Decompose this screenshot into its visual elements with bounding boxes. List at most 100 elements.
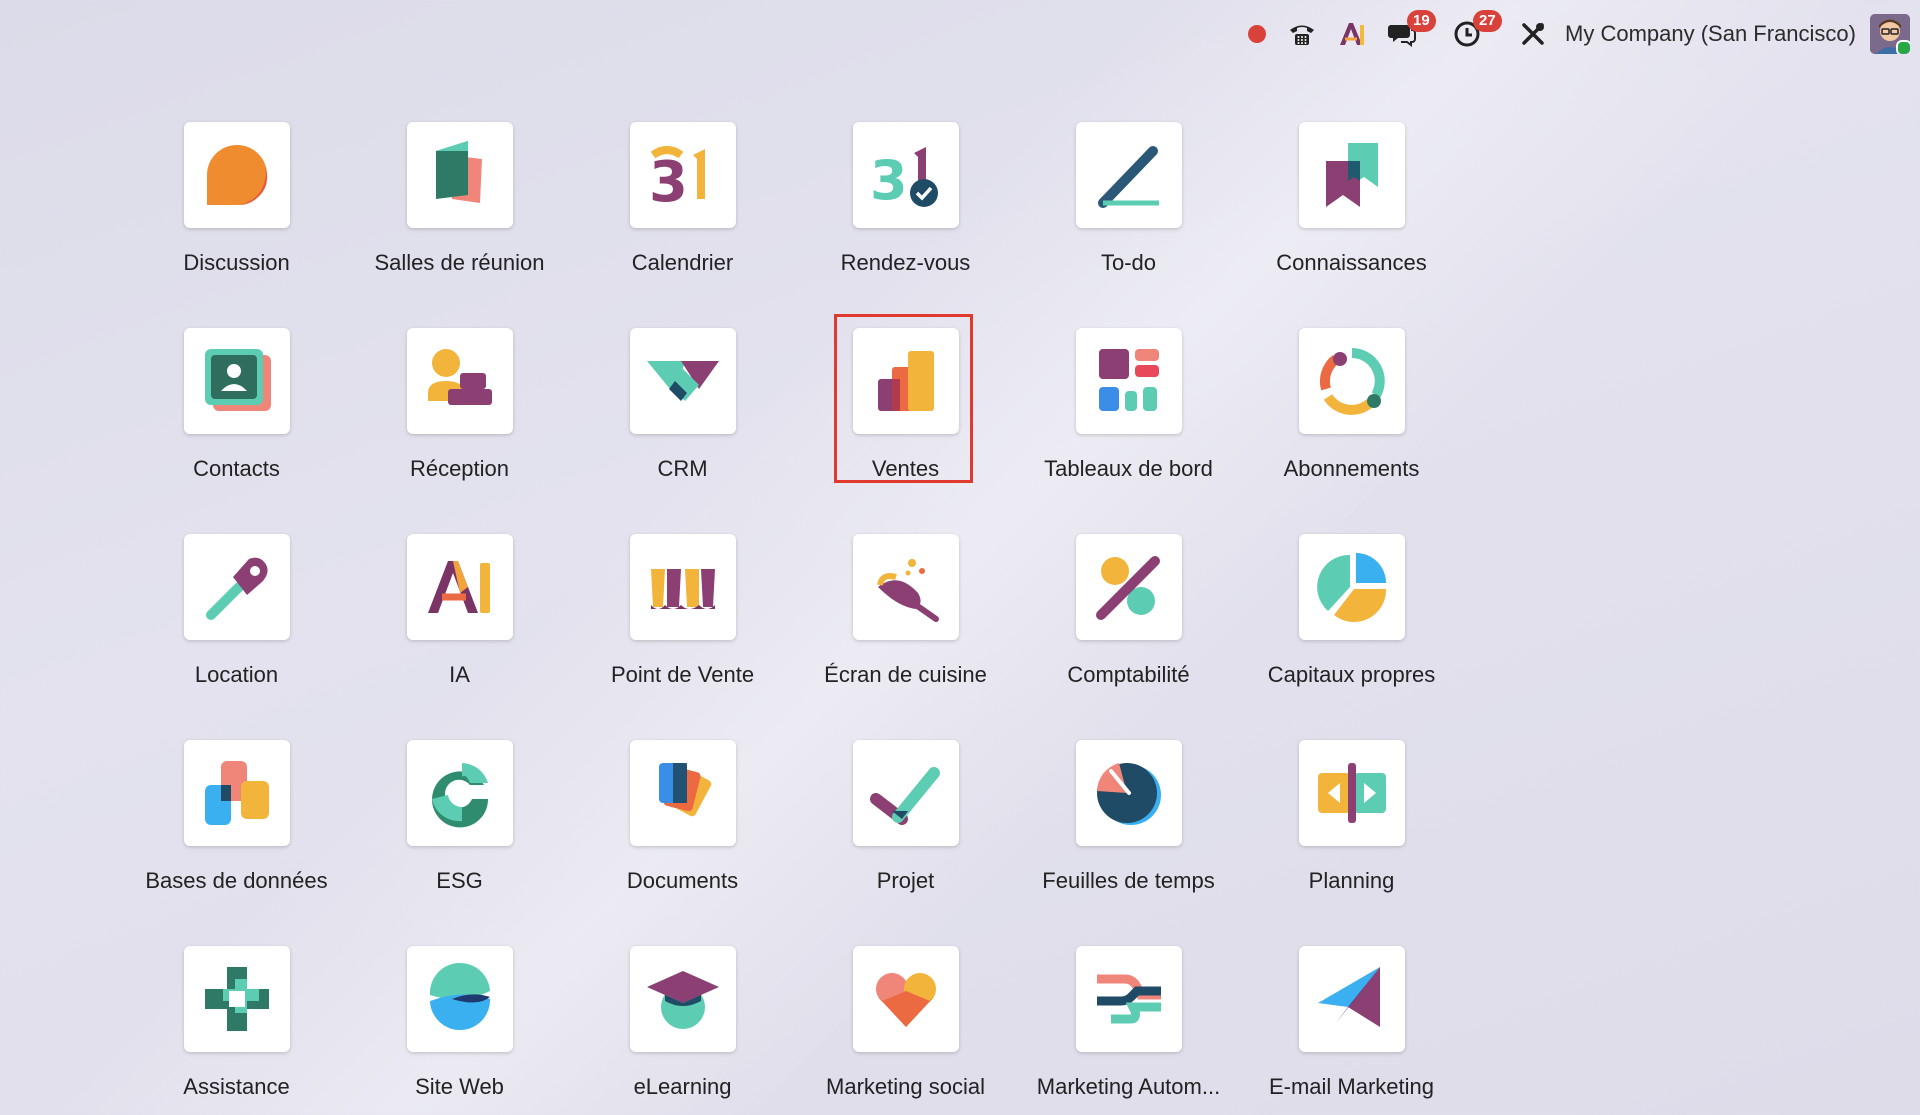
app-label: Ventes bbox=[871, 456, 940, 481]
record-dot-icon[interactable] bbox=[1247, 14, 1267, 54]
app-label: Bases de données bbox=[145, 868, 328, 893]
app-ia[interactable]: IA bbox=[348, 524, 571, 730]
app-point-de-vente[interactable]: Point de Vente bbox=[571, 524, 794, 730]
app-label: IA bbox=[449, 662, 470, 687]
app-label: Abonnements bbox=[1283, 456, 1420, 481]
reception-icon bbox=[406, 328, 513, 434]
app-crm[interactable]: CRM bbox=[571, 318, 794, 524]
messages-count-badge: 19 bbox=[1407, 10, 1436, 32]
app-label: Écran de cuisine bbox=[824, 662, 987, 687]
project-icon bbox=[852, 740, 959, 846]
user-avatar[interactable] bbox=[1870, 14, 1910, 54]
app-tableaux-de-bord[interactable]: Tableaux de bord bbox=[1017, 318, 1240, 524]
app-site-web[interactable]: Site Web bbox=[348, 936, 571, 1115]
app-label: Discussion bbox=[183, 250, 290, 275]
chat-icon[interactable]: 19 bbox=[1387, 10, 1436, 54]
app-label: Projet bbox=[876, 868, 935, 893]
subscriptions-icon bbox=[1298, 328, 1405, 434]
online-status-dot bbox=[1896, 40, 1910, 54]
app-label: Salles de réunion bbox=[374, 250, 545, 275]
app-label: Point de Vente bbox=[610, 662, 755, 687]
app-label: Marketing Autom... bbox=[1036, 1074, 1221, 1099]
app-marketing-social[interactable]: Marketing social bbox=[794, 936, 1017, 1115]
databases-icon bbox=[183, 740, 290, 846]
tools-icon[interactable] bbox=[1519, 14, 1547, 54]
app-ventes[interactable]: Ventes bbox=[794, 314, 1017, 524]
app-reception[interactable]: Réception bbox=[348, 318, 571, 524]
app-label: Documents bbox=[626, 868, 739, 893]
app-label: To-do bbox=[1100, 250, 1157, 275]
app-label: Calendrier bbox=[631, 250, 734, 275]
company-switcher[interactable]: My Company (San Francisco) bbox=[1565, 21, 1856, 47]
activities-count-badge: 27 bbox=[1473, 10, 1502, 32]
app-discussion[interactable]: Discussion bbox=[125, 112, 348, 318]
email-marketing-icon bbox=[1298, 946, 1405, 1052]
equity-icon bbox=[1298, 534, 1405, 640]
app-label: E-mail Marketing bbox=[1268, 1074, 1435, 1099]
discussion-icon bbox=[183, 122, 290, 228]
crm-icon bbox=[629, 328, 736, 434]
social-marketing-icon bbox=[852, 946, 959, 1052]
app-label: Planning bbox=[1308, 868, 1395, 893]
app-esg[interactable]: ESG bbox=[348, 730, 571, 936]
marketing-automation-icon bbox=[1075, 946, 1182, 1052]
todo-icon bbox=[1075, 122, 1182, 228]
planning-icon bbox=[1298, 740, 1405, 846]
app-ecran-de-cuisine[interactable]: Écran de cuisine bbox=[794, 524, 1017, 730]
timesheets-icon bbox=[1075, 740, 1182, 846]
app-comptabilite[interactable]: Comptabilité bbox=[1017, 524, 1240, 730]
knowledge-icon bbox=[1298, 122, 1405, 228]
esg-icon bbox=[406, 740, 513, 846]
app-to-do[interactable]: To-do bbox=[1017, 112, 1240, 318]
app-label: Rendez-vous bbox=[840, 250, 971, 275]
app-planning[interactable]: Planning bbox=[1240, 730, 1463, 936]
appointments-icon: 3 bbox=[852, 122, 959, 228]
app-label: Marketing social bbox=[826, 1074, 985, 1099]
app-label: Connaissances bbox=[1276, 250, 1427, 275]
app-feuilles-de-temps[interactable]: Feuilles de temps bbox=[1017, 730, 1240, 936]
app-connaissances[interactable]: Connaissances bbox=[1240, 112, 1463, 318]
app-elearning[interactable]: eLearning bbox=[571, 936, 794, 1115]
dashboards-icon bbox=[1075, 328, 1182, 434]
app-documents[interactable]: Documents bbox=[571, 730, 794, 936]
app-contacts[interactable]: Contacts bbox=[125, 318, 348, 524]
top-navbar: 19 27 My Company (San Francisco) bbox=[0, 0, 1920, 68]
app-projet[interactable]: Projet bbox=[794, 730, 1017, 936]
point-of-sale-icon bbox=[629, 534, 736, 640]
app-grid: Discussion Salles de réunion 3 Calendrie… bbox=[125, 112, 1463, 1115]
app-marketing-automation[interactable]: Marketing Autom... bbox=[1017, 936, 1240, 1115]
ai-app-icon bbox=[406, 534, 513, 640]
app-label: eLearning bbox=[633, 1074, 732, 1099]
app-label: Contacts bbox=[193, 456, 280, 481]
app-label: ESG bbox=[436, 868, 483, 893]
app-label: Réception bbox=[409, 456, 510, 481]
app-location[interactable]: Location bbox=[125, 524, 348, 730]
ai-icon[interactable] bbox=[1337, 14, 1367, 54]
app-label: Capitaux propres bbox=[1267, 662, 1436, 687]
app-bases-de-donnees[interactable]: Bases de données bbox=[125, 730, 348, 936]
app-email-marketing[interactable]: E-mail Marketing bbox=[1240, 936, 1463, 1115]
app-label: Assistance bbox=[183, 1074, 290, 1099]
svg-text:3: 3 bbox=[870, 149, 908, 212]
app-salles-de-reunion[interactable]: Salles de réunion bbox=[348, 112, 571, 318]
app-label: Location bbox=[194, 662, 279, 687]
elearning-icon bbox=[629, 946, 736, 1052]
app-label: Tableaux de bord bbox=[1044, 456, 1213, 481]
meeting-rooms-icon bbox=[406, 122, 513, 228]
app-label: Comptabilité bbox=[1067, 662, 1190, 687]
svg-text:3: 3 bbox=[649, 150, 688, 213]
documents-icon bbox=[629, 740, 736, 846]
app-abonnements[interactable]: Abonnements bbox=[1240, 318, 1463, 524]
app-calendrier[interactable]: 3 Calendrier bbox=[571, 112, 794, 318]
contacts-icon bbox=[183, 328, 290, 434]
app-assistance[interactable]: Assistance bbox=[125, 936, 348, 1115]
app-label: Feuilles de temps bbox=[1042, 868, 1215, 893]
app-rendez-vous[interactable]: 3 Rendez-vous bbox=[794, 112, 1017, 318]
helpdesk-icon bbox=[183, 946, 290, 1052]
accounting-icon bbox=[1075, 534, 1182, 640]
app-capitaux-propres[interactable]: Capitaux propres bbox=[1240, 524, 1463, 730]
sales-icon bbox=[852, 328, 959, 434]
phone-icon[interactable] bbox=[1287, 14, 1317, 54]
clock-icon[interactable]: 27 bbox=[1453, 10, 1502, 54]
website-icon bbox=[406, 946, 513, 1052]
